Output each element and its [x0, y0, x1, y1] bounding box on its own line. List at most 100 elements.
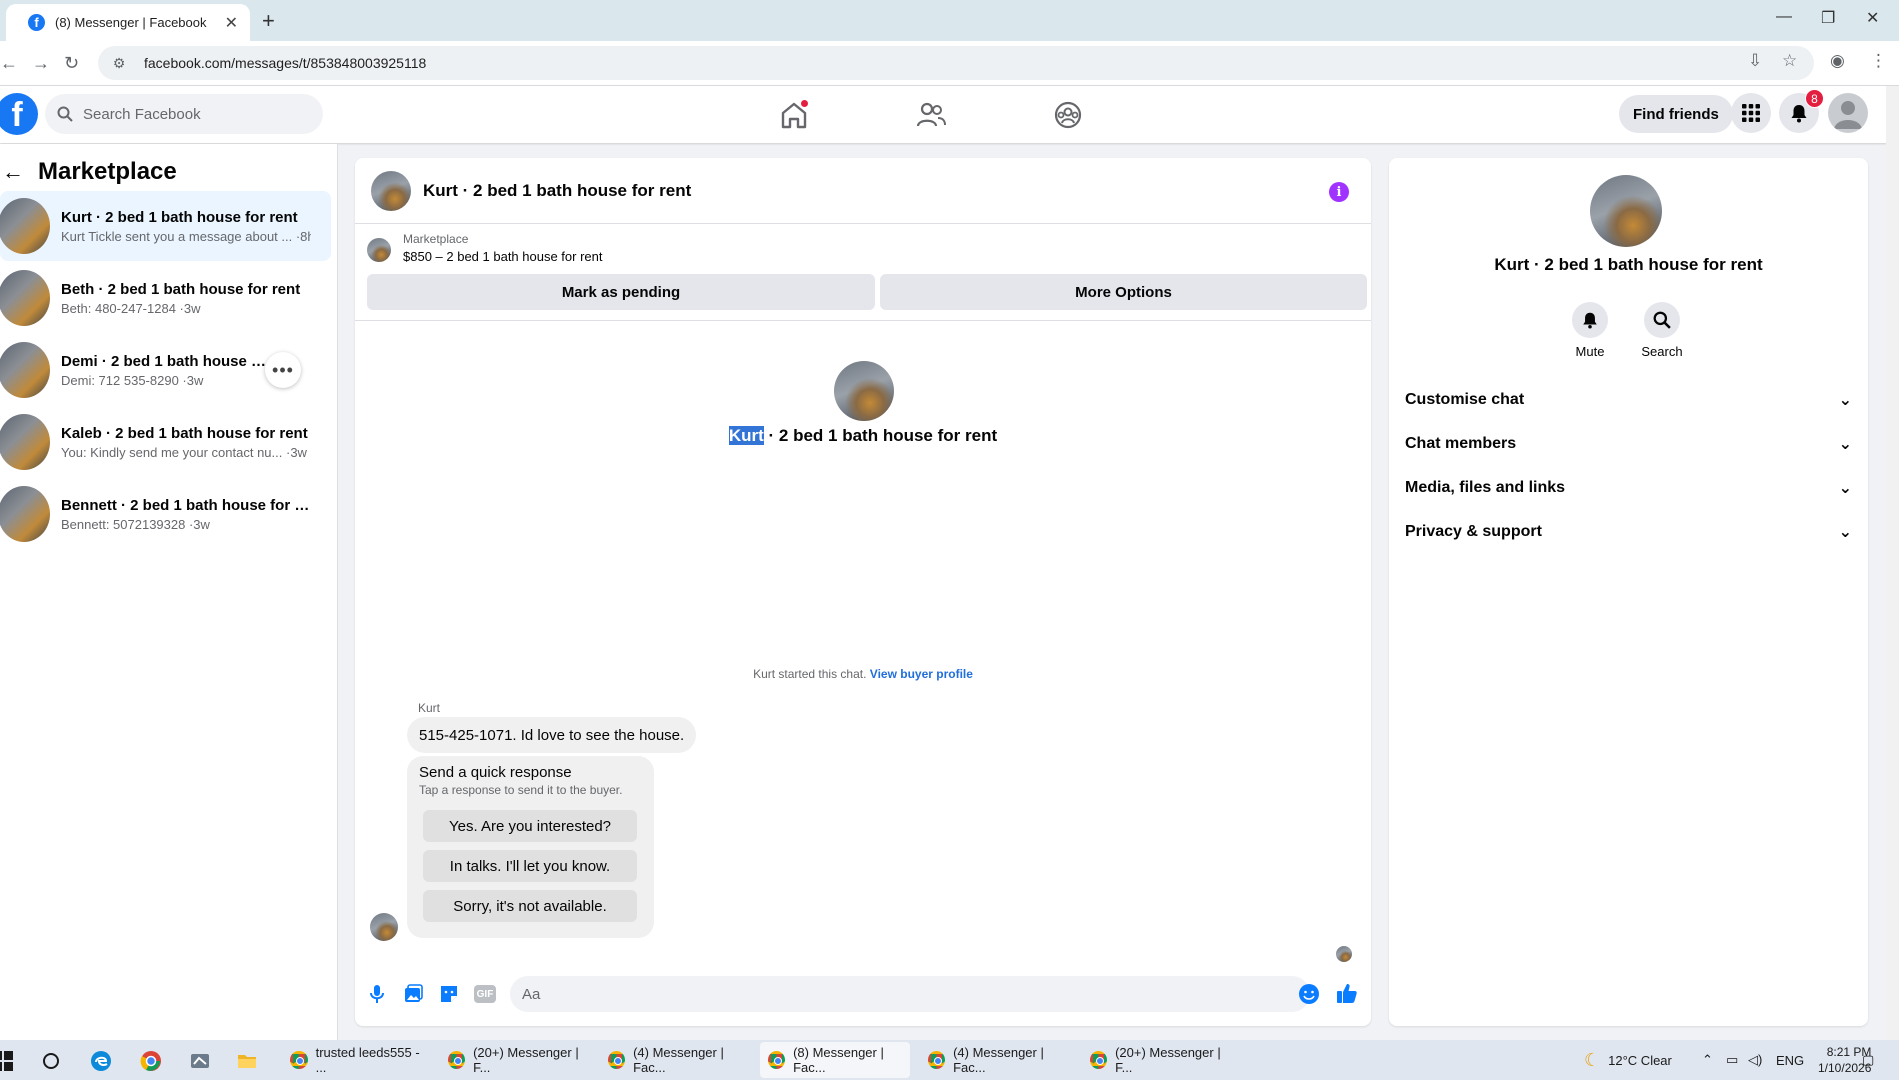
- search-in-chat-button[interactable]: Search: [1632, 302, 1692, 359]
- moon-icon: ☾: [1584, 1049, 1601, 1070]
- taskbar-app-1[interactable]: trusted leeds555 - ...: [282, 1042, 430, 1078]
- conversation-item-kaleb[interactable]: Kaleb · 2 bed 1 bath house for rent You: …: [0, 407, 331, 477]
- new-tab-button[interactable]: +: [262, 8, 275, 34]
- view-buyer-profile-link[interactable]: View buyer profile: [870, 667, 973, 681]
- forward-icon[interactable]: →: [32, 53, 50, 74]
- menu-kebab-icon[interactable]: ⋮: [1870, 51, 1887, 71]
- search-icon: [1653, 311, 1671, 329]
- notifications-center-icon[interactable]: ▢: [1862, 1040, 1874, 1080]
- weather-text: 12°C Clear: [1608, 1052, 1672, 1068]
- message-bubble[interactable]: 515-425-1071. Id love to see the house.: [407, 717, 697, 753]
- chevron-up-icon[interactable]: ⌃: [1702, 1040, 1713, 1080]
- media-files-links-section[interactable]: Media, files and links ⌄: [1405, 468, 1852, 508]
- chrome-icon: [290, 1051, 308, 1069]
- quick-response-subtitle: Tap a response to send it to the buyer.: [419, 783, 623, 797]
- listing-summary[interactable]: Marketplace $850 – 2 bed 1 bath house fo…: [367, 232, 603, 264]
- info-icon[interactable]: i: [1329, 182, 1349, 202]
- browser-tab-active[interactable]: f (8) Messenger | Facebook ✕: [6, 4, 250, 41]
- taskbar-app-label: (4) Messenger | Fac...: [953, 1045, 1044, 1075]
- taskbar-app-2[interactable]: (20+) Messenger | F...: [440, 1042, 590, 1078]
- install-app-icon[interactable]: ⇩: [1748, 51, 1762, 71]
- conversation-more-button[interactable]: •••: [265, 352, 301, 388]
- taskbar-app-label: (20+) Messenger | F...: [1115, 1045, 1221, 1075]
- account-avatar[interactable]: [1828, 93, 1868, 133]
- highlighted-name: Kurt: [728, 426, 764, 445]
- network-icon[interactable]: ▭: [1726, 1040, 1738, 1080]
- taskbar-app-label: (8) Messenger | Fac...: [793, 1045, 884, 1075]
- reload-icon[interactable]: ↻: [64, 53, 79, 74]
- app-pinned-icon[interactable]: [189, 1050, 211, 1072]
- menu-grid-button[interactable]: [1731, 93, 1771, 133]
- facebook-logo-icon[interactable]: f: [0, 93, 38, 135]
- windows-taskbar: trusted leeds555 - ... (20+) Messenger |…: [0, 1040, 1899, 1080]
- contact-avatar-large[interactable]: [834, 361, 894, 421]
- bookmark-star-icon[interactable]: ☆: [1782, 51, 1797, 71]
- section-label: Privacy & support: [1405, 523, 1542, 540]
- restore-icon[interactable]: ❐: [1821, 8, 1835, 28]
- taskbar-app-4-active[interactable]: (8) Messenger | Fac...: [760, 1042, 910, 1078]
- window-close-icon[interactable]: ✕: [1866, 8, 1879, 28]
- gif-icon[interactable]: GIF: [474, 985, 496, 1003]
- close-tab-icon[interactable]: ✕: [225, 13, 238, 33]
- divider: [355, 320, 1371, 321]
- page-scrollbar[interactable]: [1886, 86, 1899, 1040]
- conversation-item-beth[interactable]: Beth · 2 bed 1 bath house for rent Beth: …: [0, 263, 331, 333]
- groups-icon[interactable]: [1051, 98, 1085, 132]
- conversation-item-bennett[interactable]: Bennett · 2 bed 1 bath house for re... Be…: [0, 479, 331, 549]
- privacy-support-section[interactable]: Privacy & support ⌄: [1405, 512, 1852, 552]
- profile-icon[interactable]: ◉: [1830, 51, 1845, 71]
- more-options-button[interactable]: More Options: [880, 274, 1367, 310]
- mark-as-pending-button[interactable]: Mark as pending: [367, 274, 875, 310]
- customise-chat-section[interactable]: Customise chat ⌄: [1405, 380, 1852, 420]
- site-info-icon[interactable]: ⚙: [110, 54, 128, 72]
- taskbar-app-3[interactable]: (4) Messenger | Fac...: [600, 1042, 750, 1078]
- details-avatar[interactable]: [1590, 175, 1662, 247]
- language-indicator[interactable]: ENG: [1776, 1040, 1804, 1080]
- chat-title[interactable]: Kurt · 2 bed 1 bath house for rent: [423, 181, 691, 201]
- bell-icon: [1583, 312, 1597, 329]
- quick-response-not-available[interactable]: Sorry, it's not available.: [423, 890, 637, 922]
- weather-widget[interactable]: ☾ 12°C Clear: [1584, 1040, 1672, 1080]
- quick-response-yes[interactable]: Yes. Are you interested?: [423, 810, 637, 842]
- taskbar-app-5[interactable]: (4) Messenger | Fac...: [920, 1042, 1070, 1078]
- back-arrow-icon[interactable]: ←: [2, 159, 24, 185]
- chrome-icon: [768, 1051, 786, 1069]
- chat-header: Kurt · 2 bed 1 bath house for rent i: [355, 158, 1371, 224]
- friends-icon[interactable]: [914, 98, 948, 132]
- conversation-name: Demi · 2 bed 1 bath house for r: [61, 352, 269, 370]
- search-input[interactable]: Search Facebook: [45, 94, 323, 134]
- taskbar-app-6[interactable]: (20+) Messenger | F...: [1082, 1042, 1232, 1078]
- windows-start-icon[interactable]: [0, 1050, 14, 1072]
- message-composer: GIF Aa: [355, 969, 1371, 1019]
- microphone-icon[interactable]: [366, 983, 388, 1005]
- volume-icon[interactable]: ◁): [1748, 1040, 1762, 1080]
- sender-avatar: [370, 913, 398, 941]
- sticker-icon[interactable]: [438, 983, 460, 1005]
- chat-members-section[interactable]: Chat members ⌄: [1405, 424, 1852, 464]
- chevron-down-icon: ⌄: [1838, 524, 1852, 541]
- file-explorer-icon[interactable]: [236, 1050, 258, 1072]
- taskbar-app-label: trusted leeds555 - ...: [315, 1045, 420, 1075]
- photo-attach-icon[interactable]: [402, 983, 424, 1005]
- conversation-thumbnail: [0, 342, 50, 398]
- quick-response-in-talks[interactable]: In talks. I'll let you know.: [423, 850, 637, 882]
- like-thumb-icon[interactable]: [1335, 981, 1359, 1005]
- back-icon[interactable]: ←: [0, 53, 18, 74]
- search-placeholder: Search Facebook: [83, 105, 201, 123]
- mute-button[interactable]: Mute: [1560, 302, 1620, 359]
- chrome-icon[interactable]: [140, 1050, 162, 1072]
- find-friends-button[interactable]: Find friends: [1619, 95, 1733, 133]
- listing-price: $850 – 2 bed 1 bath house for rent: [403, 249, 603, 264]
- emoji-icon[interactable]: [1298, 983, 1320, 1005]
- search-circle-icon[interactable]: [40, 1050, 62, 1072]
- conversation-item-kurt[interactable]: Kurt · 2 bed 1 bath house for rent Kurt T…: [0, 191, 331, 261]
- more-dots-icon: •••: [272, 359, 294, 380]
- url-field[interactable]: ⚙ facebook.com/messages/t/85384800392511…: [98, 46, 1814, 80]
- edge-browser-icon[interactable]: [90, 1050, 112, 1072]
- message-input[interactable]: Aa: [510, 976, 1310, 1012]
- chrome-icon: [448, 1051, 466, 1069]
- browser-tabbar: f (8) Messenger | Facebook ✕ + — ❐ ✕: [0, 0, 1899, 41]
- minimize-icon[interactable]: —: [1776, 8, 1792, 26]
- chat-avatar[interactable]: [371, 170, 411, 211]
- chevron-down-icon: ⌄: [1838, 436, 1852, 453]
